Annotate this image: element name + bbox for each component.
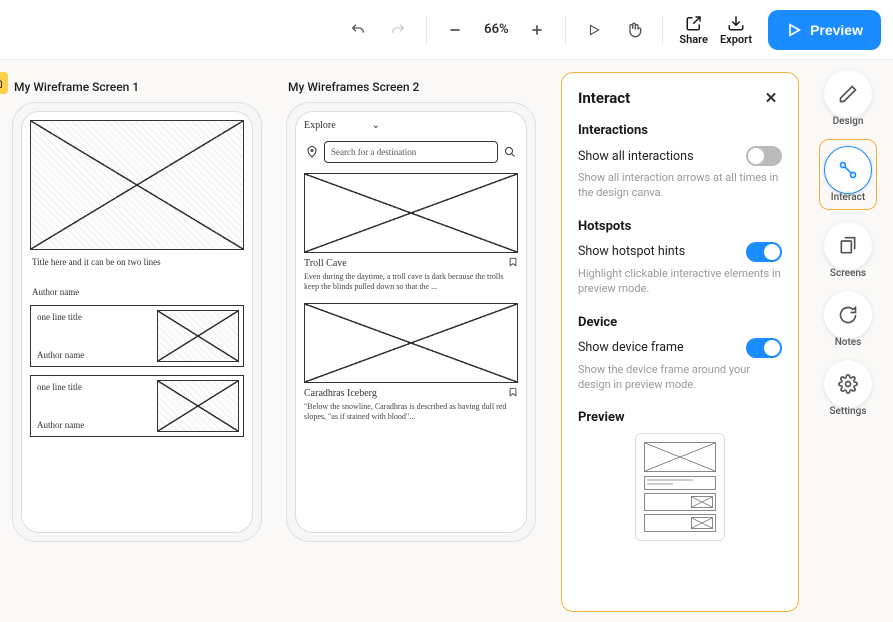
device-frame: Title here and it can be on two lines Au… [12,102,262,542]
toggle-label: Show device frame [578,340,684,355]
screen-content[interactable]: Explore ⌄ Search for a destination Troll… [295,111,527,533]
hand-mode-button[interactable] [618,14,650,46]
zoom-in-button[interactable] [521,14,553,46]
preview-button[interactable]: Preview [768,10,881,50]
interact-panel: Interact ✕ Interactions Show all interac… [561,72,799,612]
nav-design[interactable]: Design [824,70,872,127]
show-hotspots-toggle[interactable] [746,242,782,262]
screen-content[interactable]: Title here and it can be on two lines Au… [21,111,253,533]
toggle-label: Show hotspot hints [578,244,685,259]
list-item-author: Author name [37,420,149,430]
screen-title[interactable]: My Wireframe Screen 1 [14,80,262,94]
zoom-group: 66% [439,14,553,46]
screen-title[interactable]: My Wireframes Screen 2 [288,80,536,94]
section-heading: Interactions [578,123,782,138]
nav-screens[interactable]: Screens [824,222,872,279]
export-label: Export [720,33,752,46]
destination-card[interactable]: Troll Cave Even during the daytime, a tr… [304,173,518,293]
section-heading: Device [578,315,782,330]
thumbnail-placeholder [157,310,239,362]
preview-thumbnail[interactable] [635,433,725,541]
explore-label[interactable]: Explore [304,120,336,131]
list-item[interactable]: one line title Author name [30,375,244,437]
undo-button[interactable] [342,14,374,46]
screen-1[interactable]: My Wireframe Screen 1 Title here and it … [12,80,262,542]
destination-desc: Even during the daytime, a troll cave is… [304,272,518,293]
zoom-out-button[interactable] [439,14,471,46]
section-heading: Hotspots [578,219,782,234]
panel-title: Interact [578,89,630,107]
help-text: Highlight clickable interactive elements… [578,266,782,297]
share-button[interactable]: Share [675,14,712,46]
destination-title: Troll Cave [304,258,347,269]
nav-notes[interactable]: Notes [824,291,872,348]
search-icon[interactable] [502,144,518,160]
toggle-label: Show all interactions [578,149,694,164]
list-item[interactable]: one line title Author name [30,305,244,367]
preview-heading: Preview [578,410,782,425]
bookmark-icon[interactable] [508,387,518,400]
nav-interact[interactable]: Interact [819,139,877,210]
list-item-title: one line title [37,382,149,392]
destination-image-placeholder [304,303,518,383]
export-button[interactable]: Export [716,14,756,46]
screen-2[interactable]: My Wireframes Screen 2 Explore ⌄ Search … [286,80,536,542]
help-text: Show the device frame around your design… [578,362,782,393]
list-item-author: Author name [37,350,149,360]
redo-button[interactable] [382,14,414,46]
nav-settings[interactable]: Settings [824,360,872,417]
thumbnail-placeholder [157,380,239,432]
destination-image-placeholder [304,173,518,253]
close-button[interactable]: ✕ [760,87,782,109]
location-icon[interactable] [304,144,320,160]
destination-desc: "Below the snowline, Caradhras is descri… [304,402,518,423]
chevron-down-icon[interactable]: ⌄ [372,120,380,131]
preview-button-label: Preview [810,22,863,38]
show-device-frame-toggle[interactable] [746,338,782,358]
home-screen-tag[interactable] [0,72,8,94]
mode-group [578,14,650,46]
device-frame: Explore ⌄ Search for a destination Troll… [286,102,536,542]
share-label: Share [679,33,708,46]
zoom-level[interactable]: 66% [479,22,513,37]
show-interactions-toggle[interactable] [746,146,782,166]
search-input[interactable]: Search for a destination [324,141,498,163]
list-item-title: one line title [37,312,149,322]
play-mode-button[interactable] [578,14,610,46]
top-toolbar: 66% Share Export Preview [0,0,893,60]
hero-image-placeholder[interactable] [30,120,244,250]
hero-title[interactable]: Title here and it can be on two lines [32,256,242,269]
destination-title: Caradhras Iceberg [304,388,377,399]
side-navigation: Design Interact Screens Notes Settings [811,70,885,417]
hero-author[interactable]: Author name [32,287,242,297]
bookmark-icon[interactable] [508,257,518,270]
history-group [342,14,414,46]
destination-card[interactable]: Caradhras Iceberg "Below the snowline, C… [304,303,518,423]
help-text: Show all interaction arrows at all times… [578,170,782,201]
